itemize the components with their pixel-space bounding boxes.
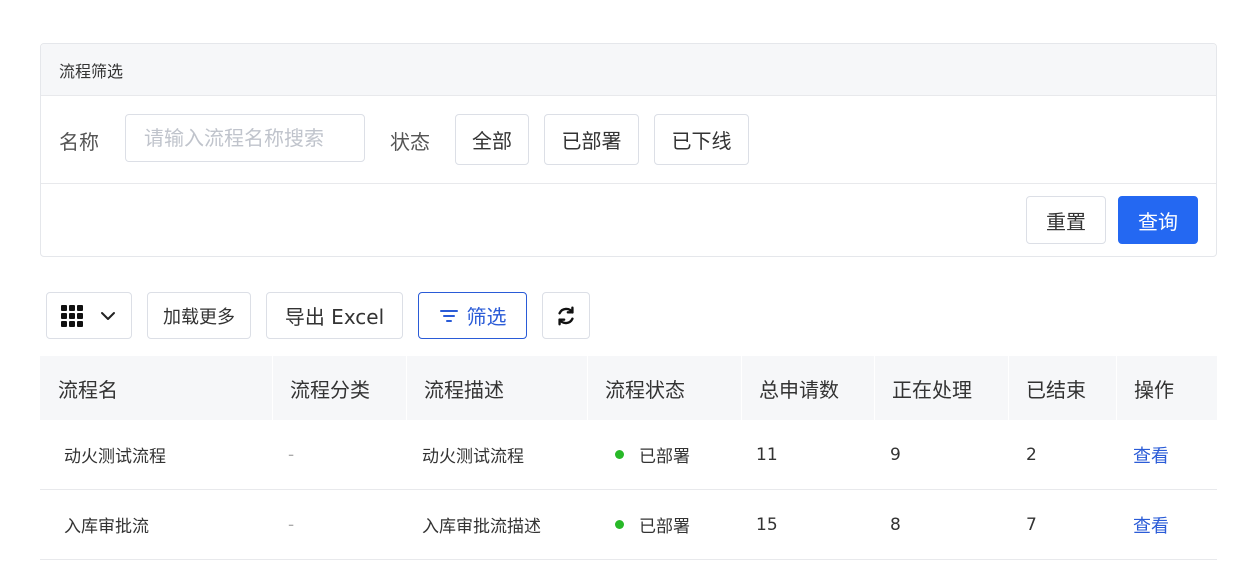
grid-icon — [61, 304, 83, 327]
cell-description: 入库审批流描述 — [422, 517, 541, 537]
export-excel-button[interactable]: 导出 Excel — [266, 292, 403, 339]
table-row: 动火测试流程 - 动火测试流程 已部署 11 9 2 查看 — [40, 420, 1217, 490]
column-header-status: 流程状态 — [587, 356, 741, 420]
filter-actions: 重置 查询 — [41, 184, 1216, 256]
cell-status: 已部署 — [587, 490, 741, 559]
cell-total: 15 — [756, 514, 778, 535]
cell-finished: 7 — [1026, 514, 1037, 535]
column-header-category: 流程分类 — [272, 356, 406, 420]
status-label: 状态 — [390, 130, 430, 154]
table-header: 流程名 流程分类 流程描述 流程状态 总申请数 正在处理 已结束 操作 — [40, 356, 1217, 420]
filter-panel: 流程筛选 名称 状态 全部 已部署 已下线 重置 查询 — [40, 43, 1217, 257]
chevron-down-icon — [101, 311, 115, 320]
cell-status: 已部署 — [587, 420, 741, 489]
status-dot-icon — [615, 520, 624, 529]
filter-panel-title: 流程筛选 — [59, 61, 124, 81]
filter-row: 名称 状态 全部 已部署 已下线 — [41, 96, 1216, 184]
cell-action: 查看 — [1116, 420, 1217, 489]
cell-finished: 2 — [1026, 444, 1037, 465]
reset-button[interactable]: 重置 — [1026, 196, 1106, 244]
cell-processing: 9 — [890, 444, 901, 465]
cell-name: 动火测试流程 — [64, 447, 166, 467]
column-header-processing: 正在处理 — [874, 356, 1008, 420]
process-table: 流程名 流程分类 流程描述 流程状态 总申请数 正在处理 已结束 操作 动火测试… — [40, 356, 1217, 560]
view-link[interactable]: 查看 — [1133, 512, 1169, 538]
column-header-finished: 已结束 — [1008, 356, 1116, 420]
filter-button[interactable]: 筛选 — [418, 292, 527, 339]
cell-action: 查看 — [1116, 490, 1217, 559]
column-header-total: 总申请数 — [741, 356, 874, 420]
refresh-icon — [558, 306, 574, 325]
column-header-name: 流程名 — [58, 377, 118, 402]
view-link[interactable]: 查看 — [1133, 442, 1169, 468]
load-more-button[interactable]: 加载更多 — [147, 292, 251, 339]
cell-name: 入库审批流 — [64, 517, 149, 537]
name-search-input[interactable] — [125, 114, 365, 162]
table-row: 入库审批流 - 入库审批流描述 已部署 15 8 7 查看 — [40, 490, 1217, 560]
status-dot-icon — [615, 450, 624, 459]
column-settings-dropdown[interactable] — [46, 292, 132, 339]
column-header-action: 操作 — [1116, 356, 1217, 420]
cell-processing: 8 — [890, 514, 901, 535]
cell-total: 11 — [756, 444, 778, 465]
refresh-button[interactable] — [542, 292, 590, 339]
cell-category: - — [288, 444, 295, 465]
filter-button-label: 筛选 — [466, 305, 507, 329]
status-text: 已部署 — [639, 447, 690, 467]
filter-icon — [439, 309, 458, 322]
filter-panel-header: 流程筛选 — [41, 44, 1216, 96]
status-option-all[interactable]: 全部 — [455, 114, 529, 165]
cell-category: - — [288, 514, 295, 535]
cell-description: 动火测试流程 — [422, 447, 524, 467]
status-option-offline[interactable]: 已下线 — [654, 114, 749, 165]
status-option-deployed[interactable]: 已部署 — [544, 114, 639, 165]
name-label: 名称 — [59, 130, 99, 154]
query-button[interactable]: 查询 — [1118, 196, 1198, 244]
column-header-description: 流程描述 — [406, 356, 587, 420]
status-text: 已部署 — [639, 517, 690, 537]
